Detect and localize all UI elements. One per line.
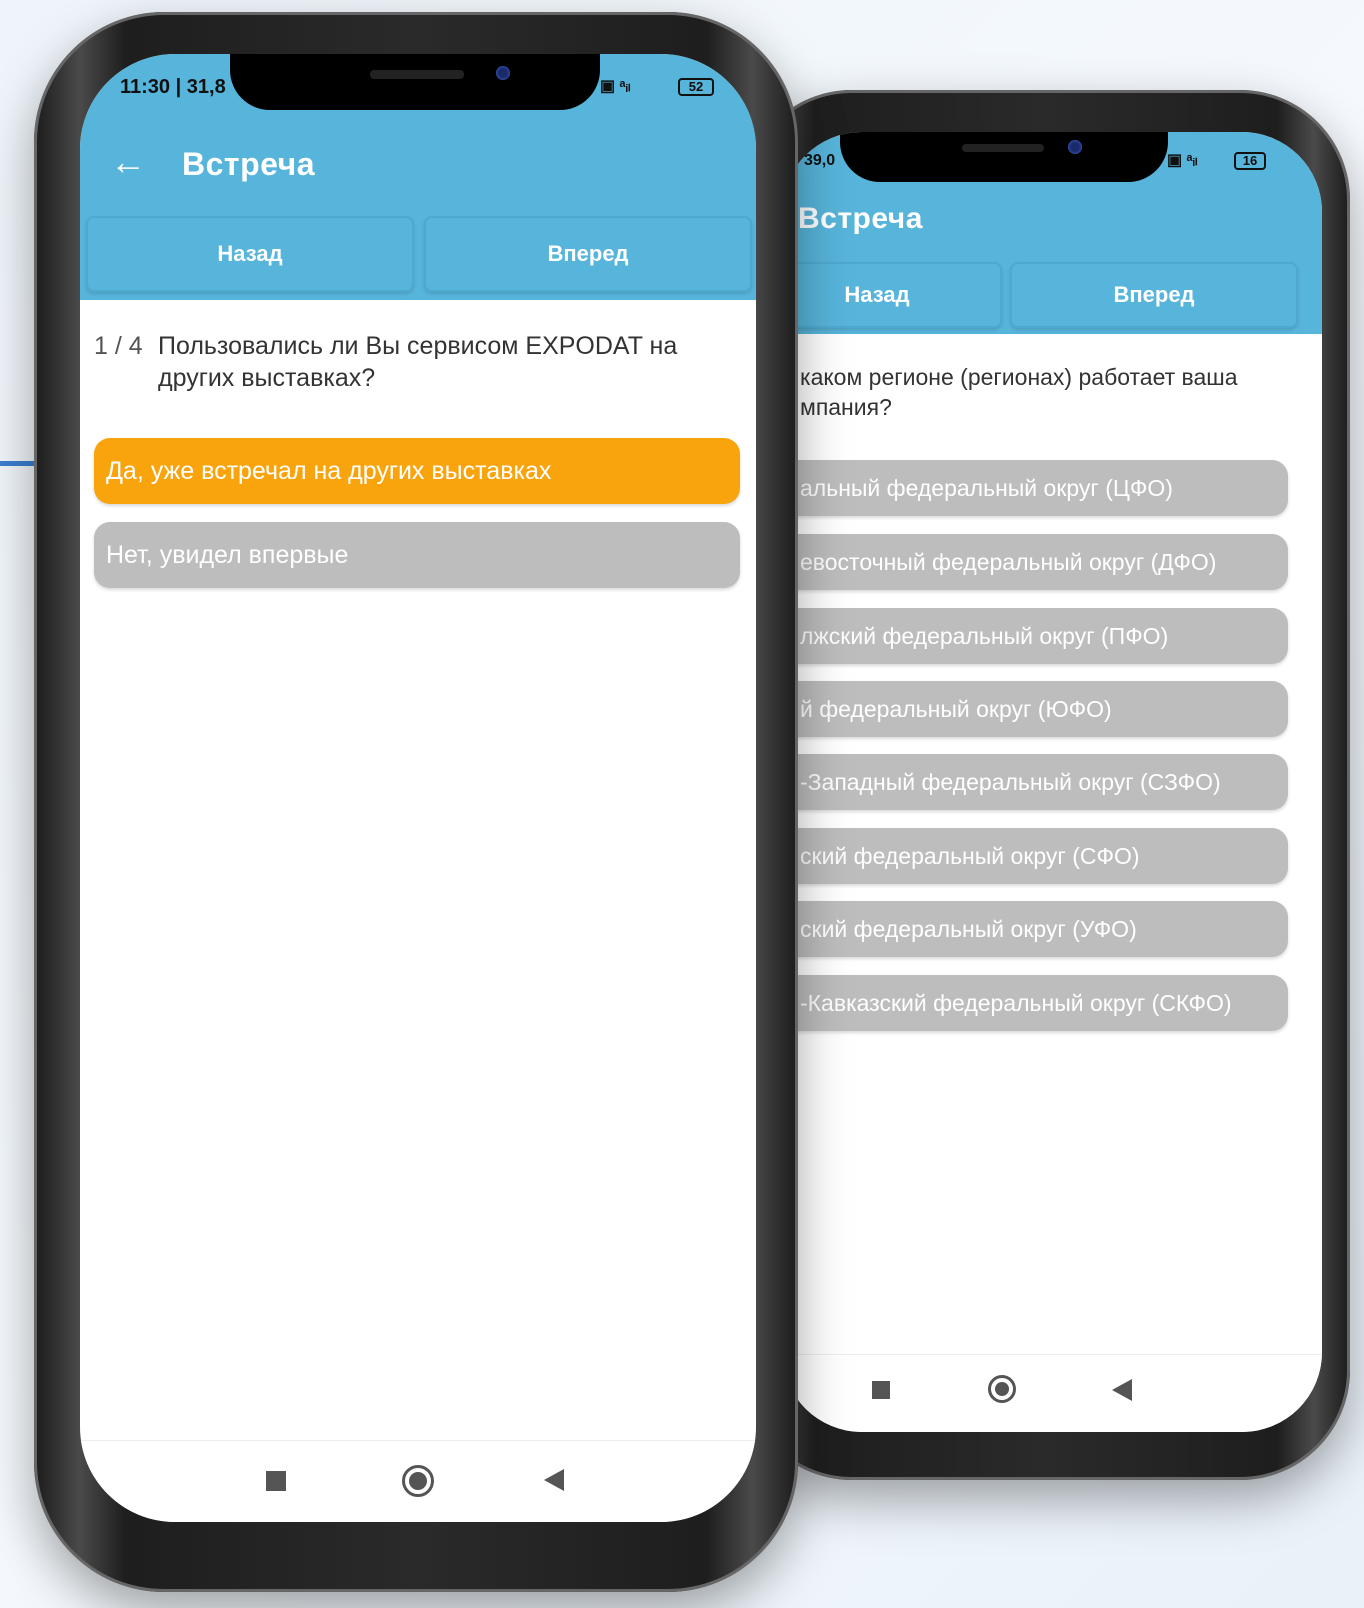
system-nav-bar [782,1354,1322,1432]
back-button[interactable]: Назад [86,216,414,292]
page-title: Встреча [798,202,923,235]
phone-left-screen: 11:30 | 31,8 ▣ ᵃᵢₗ 52 ← Встреча Назад Вп… [80,54,756,1522]
home-icon[interactable] [402,1465,434,1497]
forward-button[interactable]: Вперед [1010,262,1298,328]
option-region-8[interactable]: -Кавказский федеральный округ (СКФО) [782,975,1288,1031]
front-camera [496,66,510,80]
recents-icon[interactable] [266,1471,286,1491]
option-region-2[interactable]: евосточный федеральный округ (ДФО) [782,534,1288,590]
option-answer-yes[interactable]: Да, уже встречал на других выставках [94,438,740,504]
back-nav-icon[interactable] [544,1469,564,1491]
option-region-7[interactable]: ский федеральный округ (УФО) [782,901,1288,957]
camera-notch [230,54,600,110]
signal-icon: ▣ ᵃᵢₗ [1167,152,1198,169]
front-camera [1068,140,1082,154]
option-region-3[interactable]: лжский федеральный округ (ПФО) [782,608,1288,664]
battery-icon: 52 [678,78,714,96]
back-arrow-icon[interactable]: ← [110,144,146,180]
phone-right: 39,0 ▣ ᵃᵢₗ 16 Встреча Назад Вперед каком… [742,90,1350,1480]
forward-button[interactable]: Вперед [424,216,752,292]
option-region-4[interactable]: й федеральный округ (ЮФО) [782,681,1288,737]
status-time: 11:30 | 31,8 [120,76,226,98]
home-icon[interactable] [988,1375,1016,1403]
back-button[interactable]: Назад [782,262,1002,328]
option-region-6[interactable]: ский федеральный округ (СФО) [782,828,1288,884]
system-nav-bar [80,1440,756,1522]
option-answer-no[interactable]: Нет, увидел впервые [94,522,740,588]
page-title: Встреча [182,146,315,182]
question-text: каком регионе (регионах) работает ваша м… [800,364,1238,420]
battery-icon: 16 [1234,152,1266,170]
option-region-1[interactable]: альный федеральный округ (ЦФО) [782,460,1288,516]
signal-icon: ▣ ᵃᵢₗ [600,78,631,95]
option-region-5[interactable]: -Западный федеральный округ (СЗФО) [782,754,1288,810]
phone-right-screen: 39,0 ▣ ᵃᵢₗ 16 Встреча Назад Вперед каком… [782,132,1322,1432]
app-header: Встреча Назад Вперед [782,192,1322,334]
recents-icon[interactable] [872,1381,890,1399]
back-nav-icon[interactable] [1112,1379,1132,1401]
app-header: ← Встреча Назад Вперед [80,116,756,300]
question-text: Пользовались ли Вы сервисом EXPODAT на д… [158,332,678,392]
camera-notch [840,132,1168,182]
question-counter: 1 / 4 [94,332,143,360]
phone-left: 11:30 | 31,8 ▣ ᵃᵢₗ 52 ← Встреча Назад Вп… [34,12,798,1592]
status-speed: 39,0 [804,152,836,169]
